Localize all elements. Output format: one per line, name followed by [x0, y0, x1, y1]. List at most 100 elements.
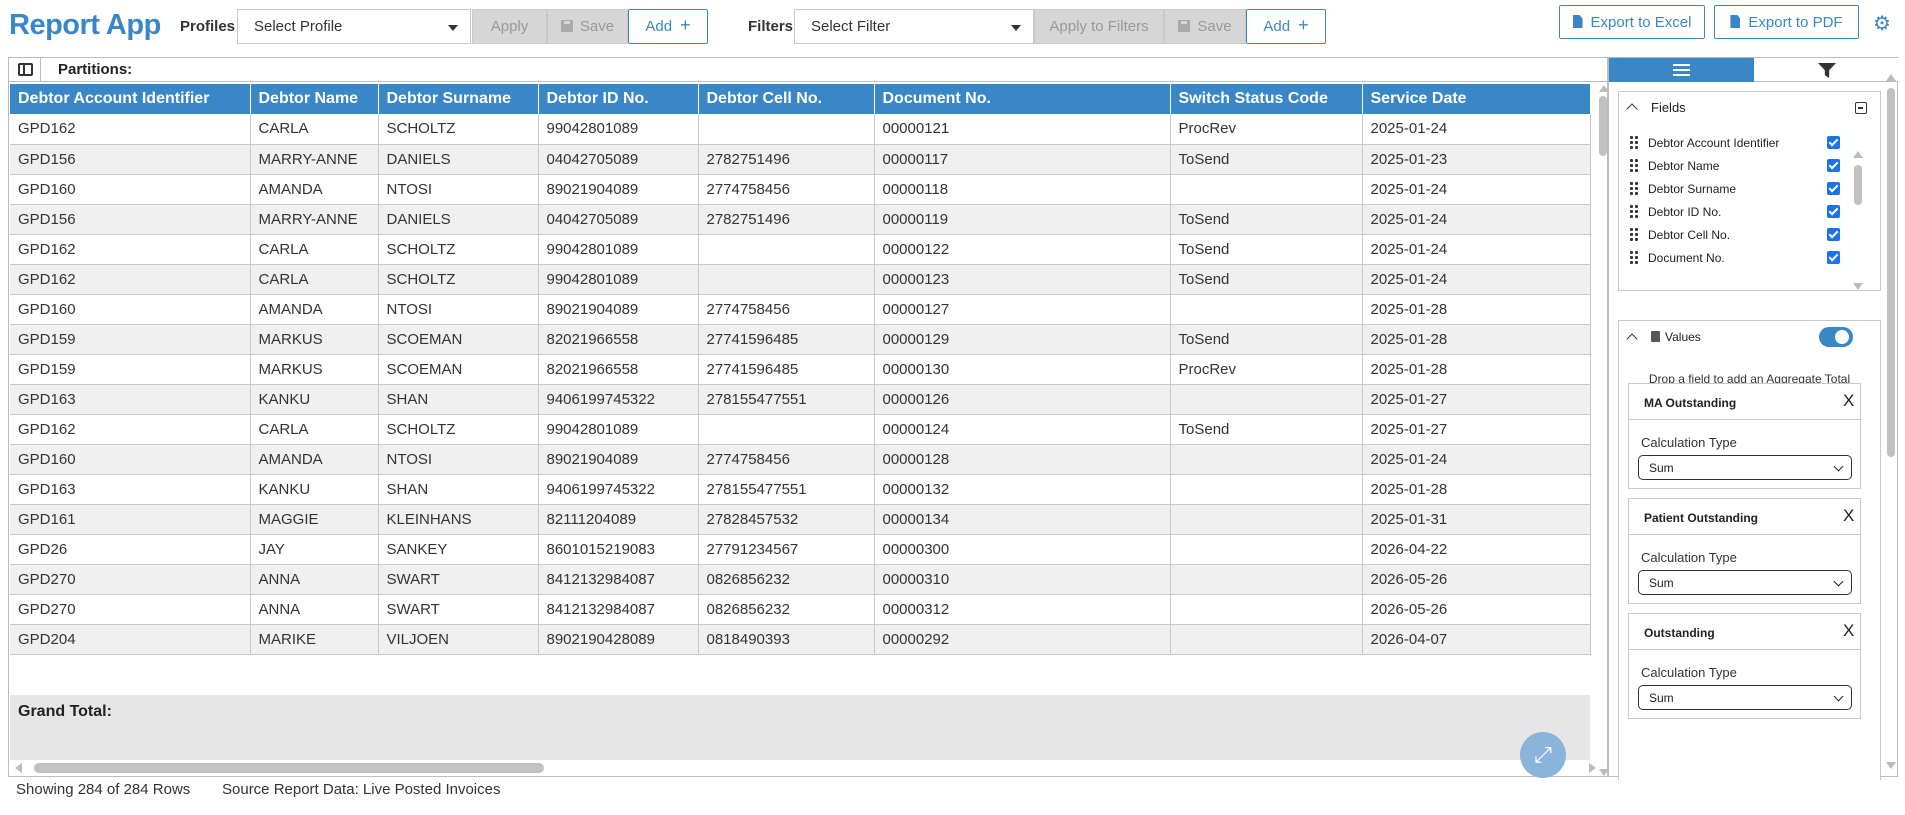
scroll-up-icon[interactable] — [1886, 74, 1896, 81]
field-item[interactable]: Debtor Cell No. — [1619, 224, 1859, 248]
table-cell: GPD161 — [10, 504, 251, 535]
field-item[interactable]: Debtor Account Identifier — [1619, 132, 1859, 156]
table-row[interactable]: GPD156 MARRY-ANNE DANIELS 04042705089 278275… — [10, 204, 1591, 235]
column-header[interactable]: Debtor Surname — [378, 84, 539, 114]
aggregate-header[interactable]: MA Outstanding X — [1629, 384, 1860, 420]
table-cell: 00000300 — [874, 534, 1171, 565]
add-profile-button[interactable]: Add + — [628, 9, 708, 44]
column-header[interactable]: Debtor Name — [250, 84, 379, 114]
table-cell: 00000118 — [874, 174, 1171, 205]
scroll-thumb[interactable] — [1599, 96, 1607, 156]
table-cell: SCHOLTZ — [378, 114, 539, 145]
scroll-down-icon[interactable] — [1886, 762, 1896, 769]
table-row[interactable]: GPD162 CARLA SCHOLTZ 99042801089 00000122 ToS… — [10, 234, 1591, 265]
calc-type-label: Calculation Type — [1641, 665, 1737, 680]
table-row[interactable]: GPD162 CARLA SCHOLTZ 99042801089 00000123 ToS… — [10, 264, 1591, 295]
table-cell: ToSend — [1170, 324, 1363, 355]
calc-type-select[interactable]: Sum — [1638, 455, 1852, 480]
grip-icon[interactable] — [1629, 158, 1639, 172]
table-cell — [1170, 474, 1363, 505]
side-vertical-scrollbar[interactable] — [1886, 72, 1896, 772]
field-item[interactable]: Debtor Surname — [1619, 178, 1859, 202]
field-item[interactable]: Document No. — [1619, 247, 1859, 271]
column-header[interactable]: Service Date — [1362, 84, 1591, 114]
scroll-up-icon[interactable] — [1853, 151, 1863, 158]
table-cell: SCHOLTZ — [378, 264, 539, 295]
table-row[interactable]: GPD161 MAGGIE KLEINHANS 82111204089 27828457… — [10, 504, 1591, 535]
chevron-up-icon[interactable] — [1626, 103, 1638, 115]
fields-title: Fields — [1651, 100, 1686, 115]
table-row[interactable]: GPD162 CARLA SCHOLTZ 99042801089 00000121 Pro… — [10, 114, 1591, 145]
grip-icon[interactable] — [1629, 135, 1639, 149]
checkbox-icon[interactable] — [1827, 205, 1840, 218]
add-filter-button[interactable]: Add + — [1246, 9, 1326, 44]
scroll-down-icon[interactable] — [1853, 283, 1863, 290]
calc-type-select[interactable]: Sum — [1638, 570, 1852, 595]
tab-fields-list[interactable] — [1609, 58, 1754, 82]
grip-icon[interactable] — [1629, 181, 1639, 195]
column-header[interactable]: Debtor ID No. — [538, 84, 699, 114]
checkbox-icon[interactable] — [1827, 228, 1840, 241]
grip-icon[interactable] — [1629, 204, 1639, 218]
values-card-header[interactable]: Values — [1619, 321, 1880, 355]
table-row[interactable]: GPD159 MARKUS SCOEMAN 82021966558 2774159648… — [10, 324, 1591, 355]
table-cell: 278155477551 — [698, 384, 875, 415]
table-cell: 00000124 — [874, 414, 1171, 445]
save-profile-button[interactable]: Save — [547, 9, 628, 44]
close-icon[interactable]: X — [1843, 621, 1854, 641]
scroll-right-icon[interactable] — [1589, 763, 1596, 773]
column-header[interactable]: Debtor Cell No. — [698, 84, 875, 114]
table-row[interactable]: GPD163 KANKU SHAN 9406199745322 278155477551… — [10, 474, 1591, 505]
column-header[interactable]: Debtor Account Identifier — [10, 84, 251, 114]
table-row[interactable]: GPD163 KANKU SHAN 9406199745322 278155477551… — [10, 384, 1591, 415]
gear-icon[interactable]: ⚙ — [1873, 11, 1891, 36]
grip-icon[interactable] — [1629, 227, 1639, 241]
layout-toggle-button[interactable] — [9, 58, 41, 81]
fields-card-header[interactable]: Fields — [1619, 92, 1880, 122]
grip-icon[interactable] — [1629, 250, 1639, 264]
table-row[interactable]: GPD270 ANNA SWART 8412132984087 0826856232 00… — [10, 564, 1591, 595]
apply-to-filters-button[interactable]: Apply to Filters — [1034, 9, 1164, 44]
calc-type-select[interactable]: Sum — [1638, 685, 1852, 710]
table-row[interactable]: GPD159 MARKUS SCOEMAN 82021966558 2774159648… — [10, 354, 1591, 385]
filters-label: Filters — [748, 18, 794, 35]
table-row[interactable]: GPD270 ANNA SWART 8412132984087 0826856232 00… — [10, 594, 1591, 625]
close-icon[interactable]: X — [1843, 506, 1854, 526]
side-scroll-thumb[interactable] — [1887, 88, 1895, 457]
checkbox-icon[interactable] — [1827, 182, 1840, 195]
table-cell: 2774758456 — [698, 444, 875, 475]
table-row[interactable]: GPD160 AMANDA NTOSI 89021904089 2774758456 00… — [10, 174, 1591, 205]
horizontal-scroll-thumb[interactable] — [34, 763, 544, 773]
table-row[interactable]: GPD160 AMANDA NTOSI 89021904089 2774758456 00… — [10, 444, 1591, 475]
values-toggle[interactable] — [1819, 327, 1853, 347]
apply-profile-button[interactable]: Apply — [472, 9, 547, 44]
column-header[interactable]: Document No. — [874, 84, 1171, 114]
aggregate-header[interactable]: Patient Outstanding X — [1629, 499, 1860, 535]
tab-filters[interactable] — [1754, 58, 1898, 82]
aggregate-header[interactable]: Outstanding X — [1629, 614, 1860, 650]
checkbox-icon[interactable] — [1827, 159, 1840, 172]
expand-icon[interactable]: ⤢ — [1520, 732, 1566, 778]
filter-select[interactable]: Select Filter — [794, 9, 1034, 44]
field-item[interactable]: Debtor Name — [1619, 155, 1859, 179]
table-row[interactable]: GPD204 MARIKE VILJOEN 8902190428089 08184903… — [10, 624, 1591, 655]
table-cell: 99042801089 — [538, 234, 699, 265]
field-item[interactable]: Debtor ID No. — [1619, 201, 1859, 225]
save-filter-button[interactable]: Save — [1164, 9, 1246, 44]
profile-select[interactable]: Select Profile — [237, 9, 471, 44]
table-row[interactable]: GPD160 AMANDA NTOSI 89021904089 2774758456 00… — [10, 294, 1591, 325]
table-row[interactable]: GPD26 JAY SANKEY 8601015219083 27791234567 00… — [10, 534, 1591, 565]
column-header[interactable]: Switch Status Code — [1170, 84, 1363, 114]
table-cell: 82021966558 — [538, 324, 699, 355]
table-row[interactable]: GPD156 MARRY-ANNE DANIELS 04042705089 278275… — [10, 144, 1591, 175]
table-row[interactable]: GPD162 CARLA SCHOLTZ 99042801089 00000124 ToS… — [10, 414, 1591, 445]
field-list-scroll-thumb[interactable] — [1854, 165, 1862, 205]
close-icon[interactable]: X — [1843, 391, 1854, 411]
checkbox-icon[interactable] — [1827, 251, 1840, 264]
checkbox-icon[interactable] — [1827, 136, 1840, 149]
scroll-left-icon[interactable] — [15, 763, 22, 773]
export-pdf-button[interactable]: Export to PDF — [1714, 5, 1859, 39]
chevron-up-icon[interactable] — [1626, 333, 1638, 345]
collapse-icon[interactable] — [1855, 102, 1867, 114]
export-excel-button[interactable]: Export to Excel — [1559, 5, 1705, 39]
